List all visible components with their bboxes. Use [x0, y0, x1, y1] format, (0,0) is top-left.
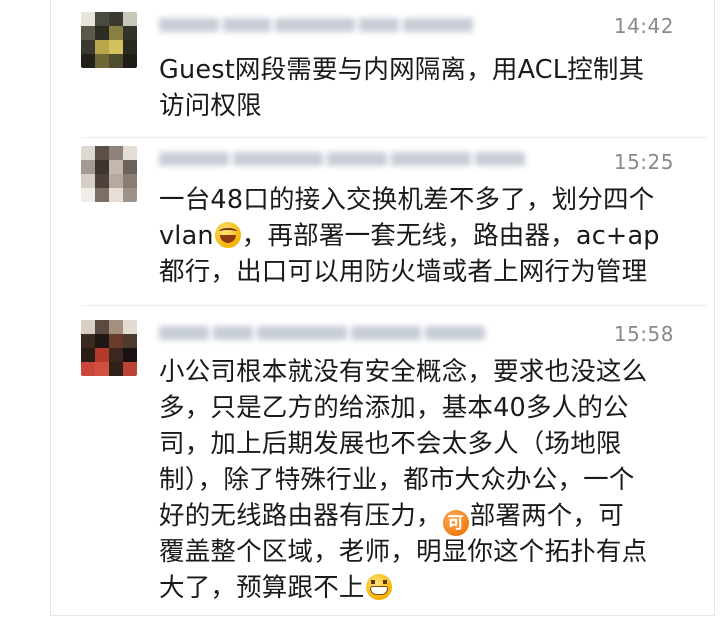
comment-line: 制），除了特殊行业，都市大众办公，一个	[159, 465, 635, 495]
comment-fragment: ，再部署一套无线，路由器，ac+ap	[241, 221, 660, 251]
avatar[interactable]	[81, 320, 137, 376]
comment-fragment: 大了，预算跟不上	[159, 573, 365, 603]
comment-line: Guest网段需要与内网隔离，用ACL控制其	[159, 55, 645, 85]
username-blurred[interactable]	[159, 146, 539, 172]
comment-line: 都行，出口可以用防火墙或者上网行为管理	[159, 257, 648, 287]
comment-text: Guest网段需要与内网隔离，用ACL控制其 访问权限	[159, 52, 707, 124]
avatar[interactable]	[81, 146, 137, 202]
comment-timestamp: 14:42	[613, 14, 674, 38]
avatar[interactable]	[81, 12, 137, 68]
comment-fragment: vlan	[159, 221, 214, 251]
grin-emoji-icon	[365, 574, 392, 600]
comment-timestamp: 15:58	[613, 322, 674, 346]
comment-item: 15:58 小公司根本就没有安全概念，要求也没这么 多，只是乙方的给添加，基本4…	[51, 306, 716, 616]
comment-line: 小公司根本就没有安全概念，要求也没这么	[159, 357, 648, 387]
comment-item: 15:25 一台48口的接入交换机差不多了，划分四个 vlan ，再部署一套无线，…	[51, 138, 716, 306]
comment-fragment: 好的无线路由器有压力，	[159, 501, 442, 531]
username-blurred[interactable]	[159, 320, 504, 346]
comment-list: 14:42 Guest网段需要与内网隔离，用ACL控制其 访问权限 15:25 …	[50, 0, 715, 616]
username-blurred[interactable]	[159, 12, 519, 38]
comment-line: 司，加上后期发展也不会太多人（场地限	[159, 429, 622, 459]
comment-line: 覆盖整个区域，老师，明显你这个拓扑有点	[159, 537, 648, 567]
comment-line: 大了，预算跟不上	[159, 570, 707, 606]
ke-emoji-icon: 可	[442, 510, 469, 536]
laughing-emoji-icon	[214, 222, 241, 248]
comment-fragment: 部署两个，可	[469, 501, 624, 531]
comment-text: 一台48口的接入交换机差不多了，划分四个 vlan ，再部署一套无线，路由器，ac…	[159, 182, 707, 290]
comment-text: 小公司根本就没有安全概念，要求也没这么 多，只是乙方的给添加，基本40多人的公 …	[159, 354, 707, 606]
comment-line: vlan ，再部署一套无线，路由器，ac+ap	[159, 218, 707, 254]
comment-line: 多，只是乙方的给添加，基本40多人的公	[159, 393, 629, 423]
comment-timestamp: 15:25	[613, 150, 674, 174]
comment-line: 好的无线路由器有压力，可部署两个，可	[159, 498, 707, 536]
comment-line: 一台48口的接入交换机差不多了，划分四个	[159, 185, 655, 215]
comment-line: 访问权限	[159, 91, 262, 121]
comment-item: 14:42 Guest网段需要与内网隔离，用ACL控制其 访问权限	[51, 0, 716, 138]
